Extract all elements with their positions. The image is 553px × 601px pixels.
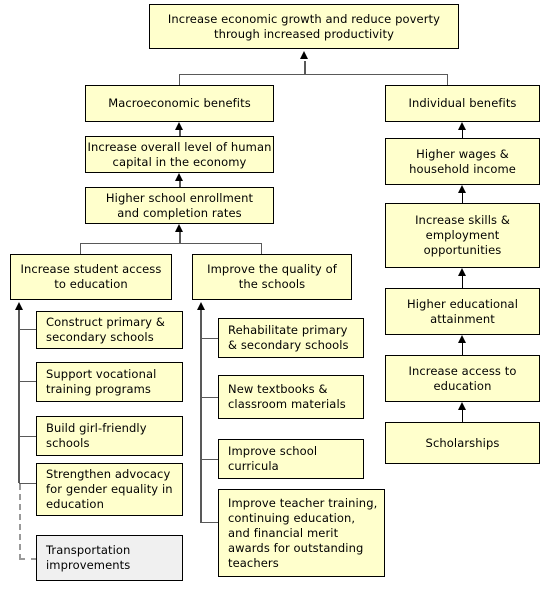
arrow-into-higher-wages [458, 185, 466, 193]
node-scholarships: Scholarships [385, 422, 540, 464]
connector-mid-left-drop [80, 243, 81, 254]
node-access-education: Increase access to education [385, 355, 540, 402]
node-skills-employment: Increase skills & employment opportuniti… [385, 203, 540, 268]
node-human-capital: Increase overall level of human capital … [85, 136, 274, 173]
connector-skills-to-wages [462, 193, 463, 203]
connector-goal-stem [304, 61, 306, 75]
node-rehabilitate-schools: Rehabilitate primary & secondary schools [218, 318, 364, 358]
arrow-into-enrollment [175, 224, 183, 232]
connector-advocacy-tick [19, 483, 36, 484]
flowchart-diagram: Increase economic growth and reduce pove… [0, 0, 553, 601]
node-macroeconomic-benefits: Macroeconomic benefits [85, 85, 274, 122]
node-new-textbooks: New textbooks & classroom materials [218, 375, 364, 419]
node-school-curricula: Improve school curricula [218, 439, 364, 479]
connector-textbooks-tick [201, 397, 218, 398]
node-quality-schools: Improve the quality of the schools [192, 254, 352, 300]
connector-teacher-training-tick [201, 522, 218, 523]
arrow-into-access-education [458, 402, 466, 410]
connector-rehabilitate-tick [201, 338, 218, 339]
connector-mid-bar [80, 243, 262, 244]
arrow-into-goal [300, 51, 308, 59]
connector-access-spine [18, 310, 20, 483]
node-gender-advocacy: Strengthen advocacy for gender equality … [36, 463, 183, 516]
connector-mid-right-drop [261, 243, 262, 254]
arrow-into-skills-employment [458, 268, 466, 276]
node-vocational-training: Support vocational training programs [36, 362, 183, 402]
connector-top-bar [179, 74, 448, 75]
node-construct-schools: Construct primary & secondary schools [36, 311, 183, 349]
arrow-into-quality-schools [197, 302, 205, 310]
connector-girl-tick [19, 436, 36, 437]
node-goal: Increase economic growth and reduce pove… [149, 4, 459, 49]
node-girl-friendly-schools: Build girl-friendly schools [36, 416, 183, 456]
connector-top-left-drop [179, 74, 180, 85]
connector-curricula-tick [201, 459, 218, 460]
arrow-into-macro [175, 122, 183, 130]
node-higher-wages: Higher wages & household income [385, 138, 540, 185]
connector-transportation-dashed-vertical [19, 484, 21, 560]
connector-access-to-attainment [462, 343, 463, 355]
node-teacher-training: Improve teacher training, continuing edu… [218, 489, 385, 577]
connector-attainment-to-skills [462, 276, 463, 288]
connector-vocational-tick [19, 381, 36, 382]
connector-construct-tick [19, 329, 36, 330]
arrow-into-human-capital [175, 173, 183, 181]
connector-scholarships-to-access [462, 410, 463, 422]
connector-wages-to-individual [462, 130, 463, 138]
node-transportation-improvements: Transportation improvements [36, 535, 183, 581]
connector-top-right-drop [447, 74, 448, 85]
node-educational-attainment: Higher educational attainment [385, 288, 540, 335]
connector-quality-spine [200, 310, 202, 523]
arrow-into-individual-benefits [458, 122, 466, 130]
arrow-into-educational-attainment [458, 335, 466, 343]
node-enrollment: Higher school enrollment and completion … [85, 187, 274, 224]
node-student-access: Increase student access to education [10, 254, 172, 300]
connector-transportation-dashed-horizontal [19, 558, 37, 560]
node-individual-benefits: Individual benefits [385, 85, 540, 122]
arrow-into-student-access [15, 302, 23, 310]
